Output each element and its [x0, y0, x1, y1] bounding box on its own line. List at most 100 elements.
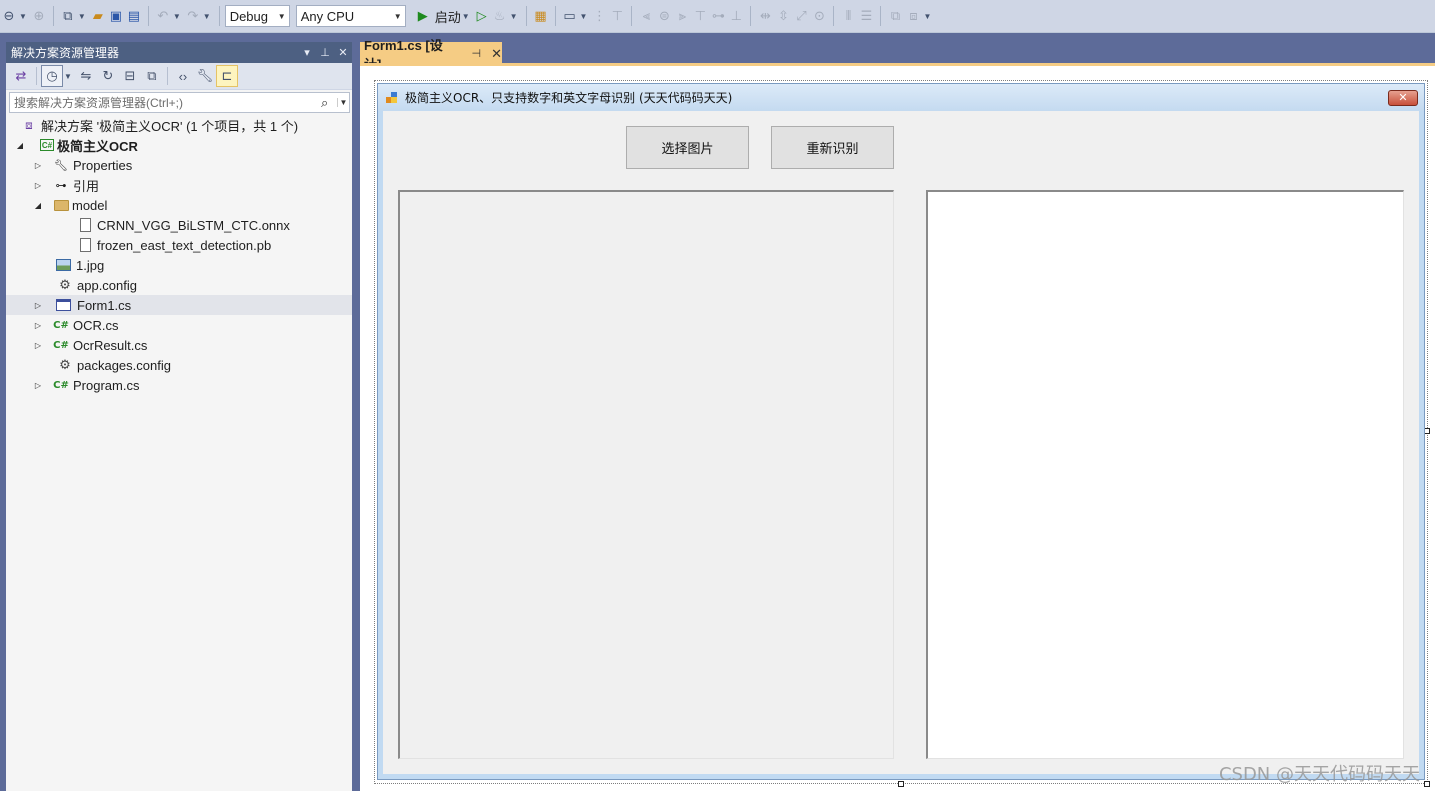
back-icon[interactable]: ⊖: [0, 5, 18, 27]
start-dropdown-icon[interactable]: ▼: [462, 12, 470, 21]
tab-form1-designer[interactable]: Form1.cs [设计] ⊣ ✕: [360, 38, 502, 72]
tree-node-properties[interactable]: ▷ 🔧︎ Properties: [6, 155, 352, 175]
make-same-height-icon[interactable]: ⇳: [774, 5, 792, 27]
size-to-grid-icon[interactable]: ⊙: [810, 5, 828, 27]
redo-icon[interactable]: ↷: [184, 5, 202, 27]
tree-node-solution[interactable]: ⧈ 解决方案 '极简主义OCR' (1 个项目，共 1 个): [6, 115, 352, 135]
search-icon[interactable]: ⌕: [321, 95, 337, 111]
select-image-button[interactable]: 选择图片: [626, 126, 749, 169]
csharp-icon: C#: [53, 379, 69, 391]
align-top-icon[interactable]: ⊤: [608, 5, 626, 27]
tree-item-label: OcrResult.cs: [73, 337, 148, 353]
make-same-width-icon[interactable]: ⇹: [756, 5, 774, 27]
close-icon[interactable]: ✕: [334, 46, 352, 59]
pin-icon[interactable]: ⊥: [316, 46, 334, 59]
filter-dropdown-icon[interactable]: ▼: [64, 72, 72, 81]
result-textbox[interactable]: [926, 190, 1404, 759]
collapsed-arrow-icon[interactable]: ▷: [32, 341, 44, 350]
resize-handle-corner[interactable]: [1424, 781, 1430, 787]
configuration-select[interactable]: Debug ▼: [224, 5, 290, 27]
tree-node-ocr[interactable]: ▷ C# OCR.cs: [6, 315, 352, 335]
tree-node-packages[interactable]: ⚙ packages.config: [6, 355, 352, 375]
form-window[interactable]: 极简主义OCR、只支持数字和英文字母识别 (天天代码码天天) ✕ 选择图片 重新…: [377, 83, 1425, 780]
platform-value: Any CPU: [300, 8, 355, 24]
source-picturebox[interactable]: [398, 190, 894, 759]
expanded-arrow-icon[interactable]: ◢: [14, 141, 26, 150]
collapse-all-icon[interactable]: ⊟: [119, 65, 141, 87]
tree-node-form1[interactable]: ▷ Form1.cs: [6, 295, 352, 315]
align-middles-icon[interactable]: ⊶: [709, 5, 727, 27]
search-input[interactable]: 搜索解决方案资源管理器(Ctrl+;): [14, 94, 321, 111]
new-project-dropdown-icon[interactable]: ▼: [78, 12, 86, 21]
layout-toolbox-icon[interactable]: ▭: [561, 5, 579, 27]
tree-item-label: OCR.cs: [73, 317, 119, 333]
csharp-icon: C#: [53, 319, 69, 331]
switch-views-icon[interactable]: ⇄: [10, 65, 32, 87]
tree-node-config[interactable]: ⚙ app.config: [6, 275, 352, 295]
save-all-icon[interactable]: ▤: [125, 5, 143, 27]
expanded-arrow-icon[interactable]: ◢: [32, 201, 44, 210]
horizontal-spacing-icon[interactable]: ⫴: [839, 5, 857, 27]
pin-icon[interactable]: ⊣: [472, 47, 482, 60]
solution-label: 解决方案 '极简主义OCR' (1 个项目，共 1 个): [41, 118, 299, 134]
refresh-icon[interactable]: ↻: [97, 65, 119, 87]
collapsed-arrow-icon[interactable]: ▷: [32, 381, 44, 390]
collapsed-arrow-icon[interactable]: ▷: [32, 181, 44, 190]
form-close-button[interactable]: ✕: [1388, 89, 1418, 106]
new-project-icon[interactable]: ⧉: [59, 5, 77, 27]
send-to-back-icon[interactable]: ⧈: [904, 5, 922, 27]
view-code-icon[interactable]: ‹›: [172, 65, 194, 87]
align-to-grid-icon[interactable]: ⋮: [590, 5, 608, 27]
tree-node-program[interactable]: ▷ C# Program.cs: [6, 375, 352, 395]
collapsed-arrow-icon[interactable]: ▷: [32, 301, 44, 310]
back-dropdown-icon[interactable]: ▼: [19, 12, 27, 21]
panel-menu-icon[interactable]: ▾: [298, 46, 316, 59]
resize-handle-bottom[interactable]: [898, 781, 904, 787]
bring-to-front-icon[interactable]: ⧉: [886, 5, 904, 27]
pending-changes-filter-icon[interactable]: ◷: [41, 65, 63, 87]
tree-node-ocrresult[interactable]: ▷ C# OcrResult.cs: [6, 335, 352, 355]
tree-node-file[interactable]: frozen_east_text_detection.pb: [6, 235, 352, 255]
toolbar-separator: [52, 6, 54, 26]
collapsed-arrow-icon[interactable]: ▷: [32, 161, 44, 170]
vertical-spacing-icon[interactable]: ☰: [857, 5, 875, 27]
toolbar-overflow-icon[interactable]: ▼: [923, 12, 931, 21]
search-options-dropdown-icon[interactable]: ▼: [337, 98, 349, 107]
browser-link-icon[interactable]: ▦: [532, 5, 550, 27]
file-icon: [80, 218, 91, 232]
show-all-files-icon[interactable]: ⧉: [141, 65, 163, 87]
close-icon[interactable]: ✕: [491, 46, 502, 62]
align-lefts-icon[interactable]: ⫷: [637, 5, 655, 27]
watermark: CSDN @天天代码码天天: [1218, 764, 1420, 785]
tree-node-model-folder[interactable]: ◢ model: [6, 195, 352, 215]
undo-dropdown-icon[interactable]: ▼: [173, 12, 181, 21]
align-centers-icon[interactable]: ⊜: [655, 5, 673, 27]
tree-node-file[interactable]: CRNN_VGG_BiLSTM_CTC.onnx: [6, 215, 352, 235]
start-without-debug-icon[interactable]: ▷: [473, 5, 491, 27]
save-icon[interactable]: ▣: [107, 5, 125, 27]
undo-icon[interactable]: ↶: [154, 5, 172, 27]
align-bottoms-icon[interactable]: ⊥: [727, 5, 745, 27]
sync-with-document-icon[interactable]: ⇋: [75, 65, 97, 87]
tree-node-image[interactable]: 1.jpg: [6, 255, 352, 275]
forward-icon[interactable]: ⊕: [30, 5, 48, 27]
redo-dropdown-icon[interactable]: ▼: [203, 12, 211, 21]
open-icon[interactable]: ▰: [89, 5, 107, 27]
start-button-label[interactable]: 启动: [435, 7, 461, 26]
align-tops-icon[interactable]: ⊤: [691, 5, 709, 27]
layout-dropdown-icon[interactable]: ▼: [580, 12, 588, 21]
make-same-size-icon[interactable]: ⤢: [792, 5, 810, 27]
preview-selected-items-icon[interactable]: ⊏: [215, 65, 238, 87]
recognize-button[interactable]: 重新识别: [771, 126, 894, 169]
platform-select[interactable]: Any CPU ▼: [295, 5, 406, 27]
properties-icon[interactable]: 🔧︎: [194, 65, 216, 87]
hot-reload-icon[interactable]: ♨: [491, 5, 509, 27]
align-rights-icon[interactable]: ⫸: [673, 5, 691, 27]
tree-node-references[interactable]: ▷ ⊶ 引用: [6, 175, 352, 195]
hot-reload-dropdown-icon[interactable]: ▼: [510, 12, 518, 21]
start-icon[interactable]: ▶: [414, 5, 432, 27]
tree-node-project[interactable]: ◢ C# 极简主义OCR: [6, 135, 352, 155]
collapsed-arrow-icon[interactable]: ▷: [32, 321, 44, 330]
panel-title: 解决方案资源管理器: [11, 46, 120, 60]
solution-search-box[interactable]: 搜索解决方案资源管理器(Ctrl+;) ⌕ ▼: [9, 92, 350, 113]
